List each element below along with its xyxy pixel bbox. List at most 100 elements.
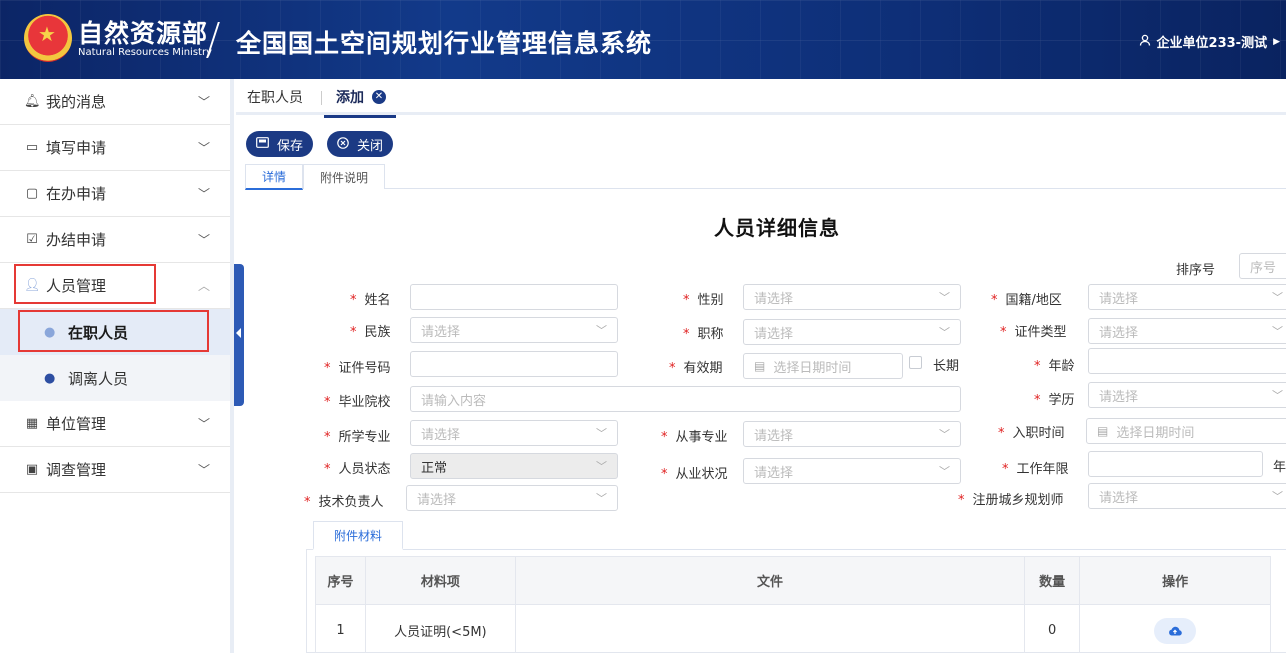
save-icon: ▣ [25, 462, 39, 477]
cloud-upload-icon [1169, 626, 1182, 636]
select-placeholder: 请选择 [421, 427, 461, 443]
chevron-down-icon: ﹀ [197, 141, 210, 155]
join-time-date-picker[interactable]: ▤ 选择日期时间 [1086, 418, 1286, 444]
work-years-input[interactable] [1088, 451, 1263, 477]
chevron-down-icon: ﹀ [939, 291, 950, 304]
work-major-select[interactable]: 请选择 ﹀ [743, 421, 961, 447]
save-button-label: 保存 [277, 138, 304, 154]
chevron-down-icon: ﹀ [197, 463, 210, 477]
highlight-box-current-staff [18, 310, 209, 352]
select-placeholder: 请选择 [754, 428, 794, 444]
building-icon: ▦ [25, 416, 39, 431]
long-term-label: 长期 [933, 359, 960, 374]
sidebar-item-unit-management[interactable]: ▦ 单位管理 ﹀ [0, 401, 230, 447]
gender-select[interactable]: 请选择 ﹀ [743, 284, 961, 310]
sidebar-subitem-transferred-staff[interactable]: ● 调离人员 [0, 355, 230, 401]
detail-subtabs: 详情 附件说明 [245, 164, 1286, 190]
subtab-attachment-notes[interactable]: 附件说明 [303, 164, 385, 189]
column-header: 数量 [1024, 556, 1081, 605]
education-select[interactable]: 请选择 ﹀ [1088, 382, 1286, 408]
app-header: 自然资源部 Natural Resources Ministry 全国国土空间规… [0, 0, 1286, 79]
select-placeholder: 请选择 [1099, 325, 1139, 341]
name-label: * 姓名 [350, 293, 391, 308]
form-title: 人员详细信息 [714, 216, 840, 240]
save-icon [256, 137, 269, 151]
ministry-name-en: Natural Resources Ministry [78, 47, 212, 58]
sort-input[interactable]: 序号 [1239, 253, 1286, 279]
practice-status-label: * 从业状况 [661, 467, 728, 482]
save-button[interactable]: 保存 [246, 131, 314, 157]
select-placeholder: 请选择 [417, 492, 457, 508]
status-value: 正常 [421, 460, 448, 476]
folder-icon: ▭ [25, 140, 39, 155]
row-item: 人员证明(<5M) [364, 604, 516, 653]
practice-status-select[interactable]: 请选择 ﹀ [743, 458, 961, 484]
school-input[interactable]: 请输入内容 [410, 386, 961, 412]
row-file [514, 604, 1026, 653]
select-placeholder: 请选择 [1099, 490, 1139, 506]
cert-type-select[interactable]: 请选择 ﹀ [1088, 318, 1286, 344]
chevron-up-icon: ︿ [197, 279, 210, 293]
ethnicity-select[interactable]: 请选择 ﹀ [410, 317, 618, 343]
column-header: 文件 [514, 556, 1026, 605]
chevron-down-icon: ﹀ [1272, 389, 1283, 402]
select-placeholder: 请选择 [754, 465, 794, 481]
user-menu[interactable]: 企业单位233-测试 ▶ [1139, 32, 1280, 51]
chevron-down-icon: ﹀ [596, 324, 607, 337]
chevron-down-icon: ﹀ [939, 428, 950, 441]
subtab-details[interactable]: 详情 [245, 164, 303, 190]
attachments-tab-line [403, 549, 1286, 550]
sidebar-item-in-progress[interactable]: ▢ 在办申请 ﹀ [0, 171, 230, 217]
table-row: 1 人员证明(<5M) 0 [315, 604, 1271, 653]
age-input[interactable] [1088, 348, 1286, 374]
major-select[interactable]: 请选择 ﹀ [410, 420, 618, 446]
chevron-down-icon: ﹀ [197, 95, 210, 109]
planner-label: * 注册城乡规划师 [958, 493, 1064, 508]
gender-label: * 性别 [683, 293, 724, 308]
sidebar-item-label: 在办申请 [46, 185, 107, 203]
tab-add[interactable]: 添加 ✕ [324, 79, 396, 118]
major-label: * 所学专业 [324, 430, 391, 445]
school-label: * 毕业院校 [324, 395, 391, 410]
status-select[interactable]: 正常 ﹀ [410, 453, 618, 479]
attachments-table: 序号 材料项 文件 数量 操作 1 人员证明(<5M) 0 [315, 556, 1271, 653]
select-placeholder: 请选择 [421, 324, 461, 340]
nationality-select[interactable]: 请选择 ﹀ [1088, 284, 1286, 310]
sidebar-item-messages[interactable]: 🔔︎ 我的消息 ﹀ [0, 79, 230, 125]
select-placeholder: 请选择 [754, 291, 794, 307]
chevron-down-icon: ﹀ [939, 465, 950, 478]
chevron-down-icon: ﹀ [197, 233, 210, 247]
close-button[interactable]: 关闭 [327, 131, 394, 157]
name-input[interactable] [410, 284, 618, 310]
long-term-checkbox[interactable] [909, 356, 922, 369]
bell-icon: 🔔︎ [24, 94, 41, 109]
upload-button[interactable] [1154, 617, 1197, 644]
cert-no-input[interactable] [410, 351, 618, 377]
status-label: * 人员状态 [324, 462, 391, 477]
close-icon[interactable]: ✕ [372, 90, 386, 104]
tab-current-staff[interactable]: 在职人员 [247, 79, 303, 115]
validity-date-picker[interactable]: ▤ 选择日期时间 [743, 353, 903, 379]
sidebar-item-completed[interactable]: ☑ 办结申请 ﹀ [0, 217, 230, 263]
tab-attachments[interactable]: 附件材料 [313, 521, 403, 550]
nationality-label: * 国籍/地区 [991, 293, 1062, 308]
planner-select[interactable]: 请选择 ﹀ [1088, 483, 1286, 509]
sidebar-collapse-handle[interactable] [234, 264, 244, 406]
date-placeholder: 选择日期时间 [1116, 425, 1195, 441]
year-unit-label: 年 [1273, 460, 1286, 475]
subtab-label: 详情 [261, 170, 286, 184]
chevron-down-icon: ﹀ [596, 427, 607, 440]
select-placeholder: 请选择 [1099, 291, 1139, 307]
date-placeholder: 选择日期时间 [773, 360, 852, 376]
row-no: 1 [315, 604, 366, 653]
attachments-tab-label: 附件材料 [333, 528, 382, 543]
column-header: 操作 [1079, 556, 1271, 605]
title-label: * 职称 [683, 327, 724, 342]
input-placeholder: 请输入内容 [421, 393, 487, 409]
calendar-check-icon: ☑ [26, 232, 38, 247]
sidebar-item-survey-management[interactable]: ▣ 调查管理 ﹀ [0, 447, 230, 493]
tech-lead-select[interactable]: 请选择 ﹀ [406, 485, 618, 511]
title-select[interactable]: 请选择 ﹀ [743, 319, 961, 345]
sidebar-item-fill-application[interactable]: ▭ 填写申请 ﹀ [0, 125, 230, 171]
chevron-down-icon: ﹀ [939, 326, 950, 339]
